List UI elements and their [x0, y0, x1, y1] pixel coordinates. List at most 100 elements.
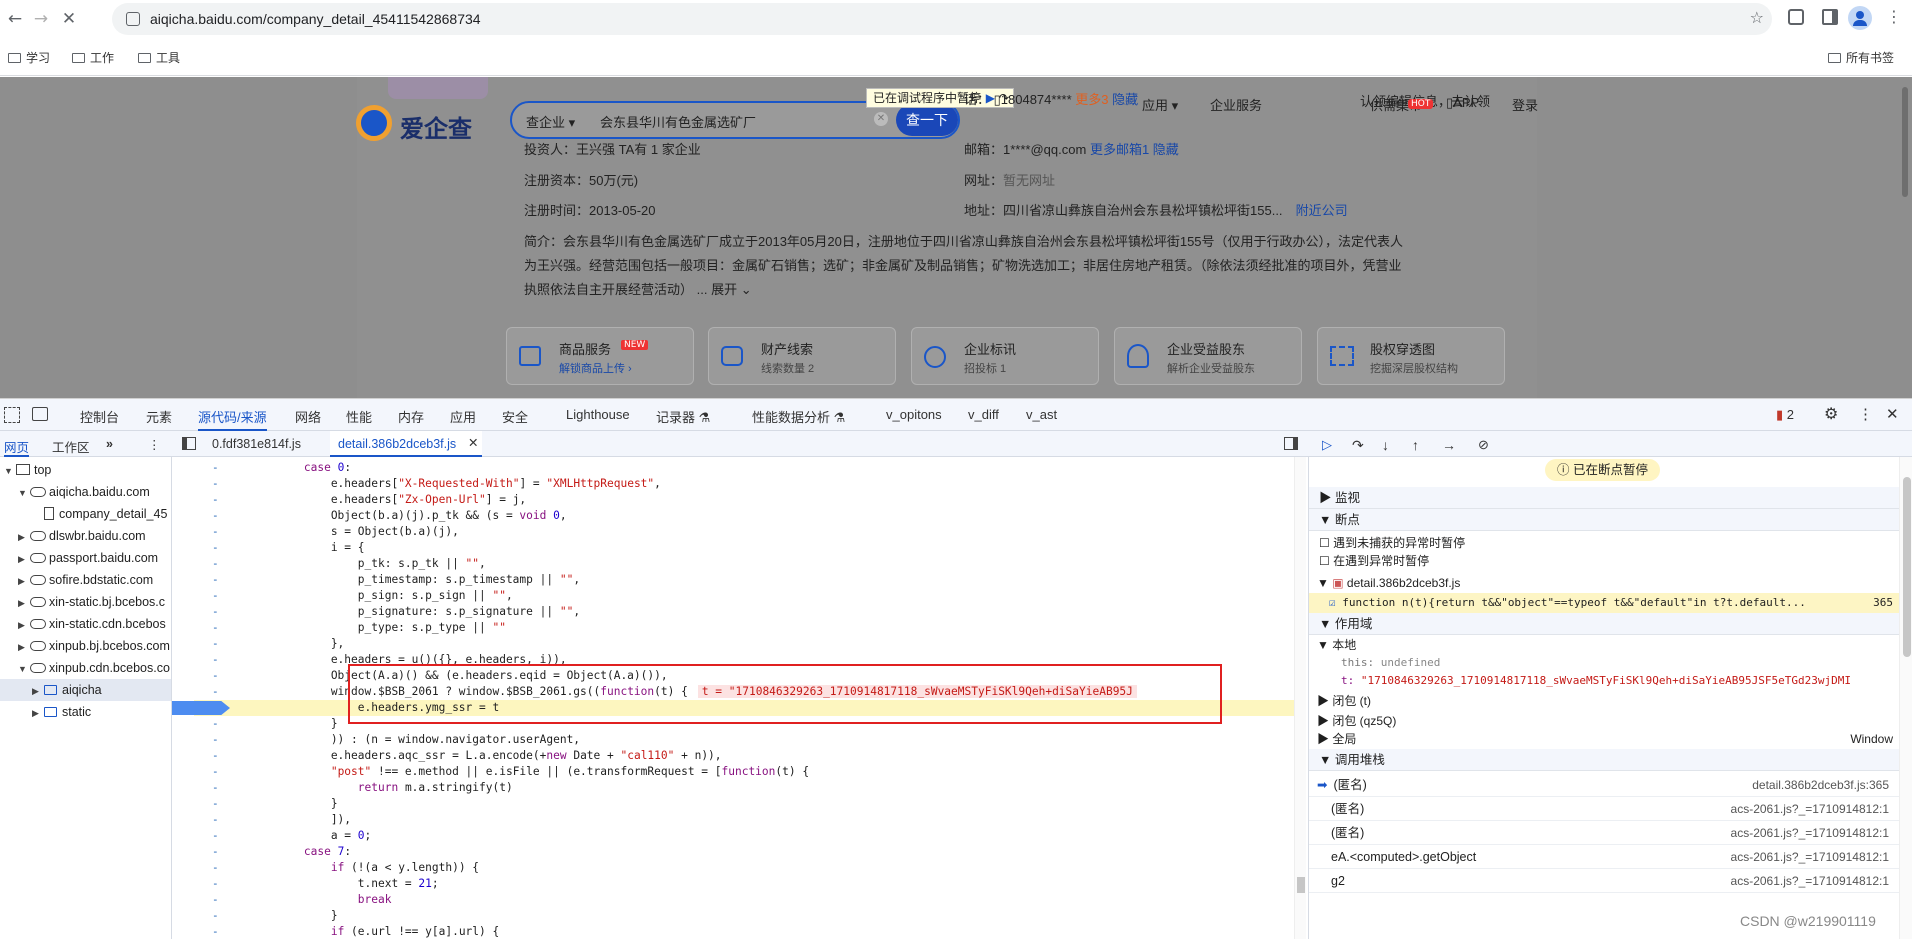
bookmark-tools[interactable]: 工具 — [138, 49, 180, 66]
breakpoint-entry[interactable]: ☑ function n(t){return t&&"object"==type… — [1309, 593, 1899, 613]
expanded-arrow-icon[interactable]: ▼ — [18, 482, 30, 504]
closure-qz5q[interactable]: ▶ 闭包 (qz5Q) — [1309, 711, 1899, 731]
tab-network[interactable]: 网络 — [295, 407, 321, 426]
toggle-debugger-icon[interactable] — [1284, 437, 1298, 450]
feature-goods[interactable]: 商品服务 NEW 解锁商品上传 › — [506, 327, 694, 385]
login-link[interactable]: 登录 — [1512, 95, 1538, 114]
bookmark-work[interactable]: 工作 — [72, 49, 114, 66]
star-icon[interactable]: ☆ — [1750, 8, 1764, 27]
pause-caught-option[interactable]: ☐ 在遇到异常时暂停 — [1309, 551, 1899, 571]
device-toolbar-icon[interactable] — [32, 407, 48, 421]
stop-icon[interactable]: ✕ — [58, 8, 80, 30]
tree-item[interactable]: ▶ xinpub.bj.bcebos.com — [0, 635, 171, 658]
pause-uncaught-option[interactable]: ☐ 遇到未捕获的异常时暂停 — [1309, 533, 1899, 553]
tree-item[interactable]: ▶ aiqicha — [0, 679, 171, 702]
tree-item[interactable]: ▼ xinpub.cdn.bcebos.co — [0, 657, 171, 680]
kebab-icon[interactable]: ⋮ — [148, 437, 161, 452]
clear-icon[interactable]: ✕ — [874, 112, 888, 126]
more-tabs-icon[interactable]: » — [106, 437, 113, 451]
profile-avatar[interactable] — [1848, 6, 1872, 30]
tab-v-opitons[interactable]: v_opitons — [886, 407, 942, 422]
feature-beneficiary[interactable]: 企业受益股东 解析企业受益股东 — [1114, 327, 1302, 385]
collapsed-arrow-icon[interactable]: ▶ — [18, 526, 30, 548]
address-bar[interactable]: aiqicha.baidu.com/company_detail_4541154… — [112, 3, 1772, 35]
search-scope-select[interactable]: 查企业 ▾ — [526, 112, 575, 131]
tree-item[interactable]: ▼ aiqicha.baidu.com — [0, 481, 171, 504]
tree-item[interactable]: ▶ static — [0, 701, 171, 723]
callstack-frame[interactable]: ➡ (匿名) detail.386b2dceb3f.js:365 — [1309, 773, 1899, 797]
watch-section[interactable]: ▶ 监视 — [1309, 487, 1899, 509]
tab-sources[interactable]: 源代码/来源 — [198, 407, 267, 431]
tree-item[interactable]: ▼ top — [0, 459, 171, 482]
collapsed-arrow-icon[interactable]: ▶ — [32, 680, 44, 702]
tab-perf-insights[interactable]: 性能数据分析 ⚗ — [752, 407, 845, 426]
all-bookmarks[interactable]: 所有书签 — [1828, 49, 1894, 66]
site-info-icon[interactable] — [126, 12, 140, 26]
toggle-navigator-icon[interactable] — [182, 437, 196, 450]
tab-page[interactable]: 网页 — [4, 437, 30, 457]
tab-v-diff[interactable]: v_diff — [968, 407, 999, 422]
inspect-icon[interactable] — [4, 407, 20, 423]
tab-v-ast[interactable]: v_ast — [1026, 407, 1057, 422]
scope-section[interactable]: ▼ 作用域 — [1309, 613, 1899, 635]
tree-item[interactable]: ▶ dlswbr.baidu.com — [0, 525, 171, 548]
tab-workspace[interactable]: 工作区 — [52, 437, 90, 456]
global-scope[interactable]: ▶ 全局 Window — [1309, 729, 1899, 749]
resume-button-icon[interactable]: ▷ — [1322, 437, 1332, 453]
callstack-frame[interactable]: (匿名) acs-2061.js?_=1710914812:1 — [1309, 821, 1899, 845]
expanded-arrow-icon[interactable]: ▼ — [4, 460, 16, 482]
scope-t[interactable]: t: "1710846329263_1710914817118_sWvaeMST… — [1309, 671, 1899, 691]
collapsed-arrow-icon[interactable]: ▶ — [18, 548, 30, 570]
code-editor[interactable]: ------------------------------ case 0: e… — [172, 457, 1308, 939]
nav-apply[interactable]: 应用 ▾ — [1142, 95, 1178, 114]
tab-lighthouse[interactable]: Lighthouse — [566, 407, 630, 422]
close-tab-icon[interactable]: ✕ — [468, 435, 478, 450]
settings-gear-icon[interactable]: ⚙ — [1824, 404, 1838, 424]
breakpoint-marker[interactable] — [172, 701, 230, 715]
side-panel-icon[interactable] — [1822, 9, 1838, 25]
code-scrollbar[interactable] — [1294, 457, 1306, 939]
site-logo[interactable]: 爱企查 — [356, 103, 486, 145]
tab-application[interactable]: 应用 — [450, 407, 476, 426]
local-scope[interactable]: ▼ 本地 — [1309, 635, 1899, 655]
tab-console[interactable]: 控制台 — [80, 407, 119, 426]
step-into-icon[interactable]: ↓ — [1382, 437, 1389, 453]
expand-link[interactable]: ... 展开 — [697, 282, 737, 297]
tree-item[interactable]: ▶ sofire.bdstatic.com — [0, 569, 171, 592]
collapsed-arrow-icon[interactable]: ▶ — [18, 636, 30, 658]
sidebar-scrollbar[interactable] — [1899, 457, 1912, 939]
issues-counter[interactable]: ▮ 2 — [1776, 407, 1794, 423]
callstack-frame[interactable]: g2 acs-2061.js?_=1710914812:1 — [1309, 869, 1899, 893]
tab-performance[interactable]: 性能 — [346, 407, 372, 426]
forward-icon[interactable]: → — [30, 8, 52, 30]
search-input[interactable]: 会东县华川有色金属选矿厂 — [600, 112, 756, 131]
callstack-section[interactable]: ▼ 调用堆栈 — [1309, 749, 1899, 771]
tree-item[interactable]: ▶ xin-static.bj.bcebos.c — [0, 591, 171, 614]
nav-enterprise[interactable]: 企业服务 — [1210, 95, 1262, 114]
step-over-button-icon[interactable]: ↷ — [1352, 437, 1364, 454]
nav-app[interactable]: ▯APP — [1446, 95, 1479, 111]
feature-bids[interactable]: 企业标讯 招投标 1 — [911, 327, 1099, 385]
checkbox-checked-icon[interactable]: ☑ — [1329, 596, 1336, 609]
breakpoint-file[interactable]: ▼ ▣ detail.386b2dceb3f.js — [1309, 573, 1899, 593]
collapsed-arrow-icon[interactable]: ▶ — [18, 614, 30, 636]
search-button[interactable]: 查一下 — [896, 104, 958, 136]
feature-assets[interactable]: 财产线索 线索数量 2 — [708, 327, 896, 385]
close-icon[interactable]: ✕ — [1886, 405, 1899, 423]
extensions-icon[interactable] — [1788, 9, 1804, 25]
collapsed-arrow-icon[interactable]: ▶ — [18, 570, 30, 592]
file-tab-0[interactable]: 0.fdf381e814f.js — [212, 437, 301, 451]
page-scrollbar[interactable] — [1902, 87, 1908, 197]
tab-memory[interactable]: 内存 — [398, 407, 424, 426]
step-out-icon[interactable]: ↑ — [1412, 437, 1419, 453]
callstack-frame[interactable]: eA.<computed>.getObject acs-2061.js?_=171… — [1309, 845, 1899, 869]
more-icon[interactable]: ⋮ — [1858, 405, 1873, 423]
investor-line[interactable]: 投资人：王兴强 TA有 1 家企业 — [524, 139, 701, 158]
tree-item[interactable]: ▶ xin-static.cdn.bcebos — [0, 613, 171, 636]
collapsed-arrow-icon[interactable]: ▶ — [18, 592, 30, 614]
tab-security[interactable]: 安全 — [502, 407, 528, 426]
file-tab-active[interactable]: detail.386b2dceb3f.js ✕ — [330, 431, 482, 457]
expanded-arrow-icon[interactable]: ▼ — [18, 658, 30, 680]
tree-item[interactable]: ▶ passport.baidu.com — [0, 547, 171, 570]
step-icon[interactable]: → — [1442, 437, 1456, 453]
